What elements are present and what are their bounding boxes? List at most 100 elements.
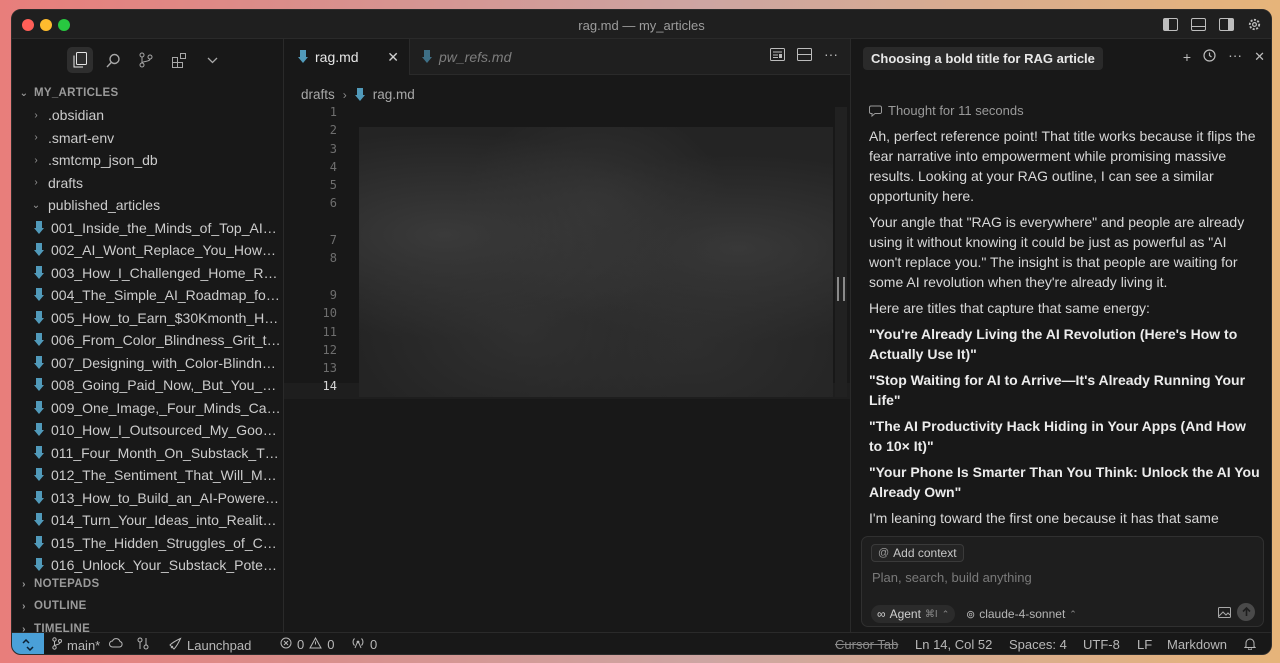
notepads-section-header[interactable]: › NOTEPADS: [18, 578, 99, 590]
tab-pw-refs-md[interactable]: pw_refs.md: [412, 39, 511, 75]
markdown-file-icon: [34, 490, 44, 504]
toggle-panel-icon[interactable]: [1189, 15, 1207, 33]
file-item[interactable]: 012_The_Sentiment_That_Will_Mak...: [12, 464, 284, 487]
folder-item[interactable]: › .smart-env: [12, 127, 284, 150]
close-tab-icon[interactable]: ✕: [387, 49, 399, 66]
file-item[interactable]: 010_How_I_Outsourced_My_Googl...: [12, 419, 284, 442]
problems-indicator[interactable]: 0 0: [280, 636, 334, 652]
line-number: 1: [329, 105, 337, 119]
thought-text: Thought for 11 seconds: [888, 103, 1024, 118]
line-number: 4: [329, 159, 337, 174]
composer-input[interactable]: Plan, search, build anything: [872, 570, 1032, 585]
new-chat-icon[interactable]: +: [1183, 49, 1191, 65]
more-options-icon[interactable]: ···: [1228, 48, 1242, 65]
cursor-tab-status[interactable]: Cursor Tab: [835, 637, 898, 652]
toggle-secondary-sidebar-icon[interactable]: [1217, 15, 1235, 33]
window-title: rag.md — my_articles: [578, 18, 705, 33]
ports-indicator[interactable]: 0: [351, 637, 377, 652]
editor-scrollbar[interactable]: [835, 107, 847, 397]
send-arrow-icon[interactable]: [1237, 603, 1255, 621]
chevron-down-icon[interactable]: [199, 47, 225, 73]
markdown-file-icon: [34, 445, 44, 459]
git-branch-icon: [52, 637, 62, 653]
launchpad-label: Launchpad: [187, 638, 252, 653]
chat-title-tab[interactable]: Choosing a bold title for RAG article: [863, 47, 1103, 70]
file-item[interactable]: 007_Designing_with_Color-Blindne...: [12, 352, 284, 375]
file-item[interactable]: 004_The_Simple_AI_Roadmap_for...: [12, 284, 284, 307]
folder-item[interactable]: › .smtcmp_json_db: [12, 149, 284, 172]
eol-setting[interactable]: LF: [1137, 637, 1152, 652]
markdown-file-icon: [34, 243, 44, 257]
file-item[interactable]: 005_How_to_Earn_$30Kmonth_Hu...: [12, 307, 284, 330]
file-item[interactable]: 016_Unlock_Your_Substack_Potent...: [12, 554, 284, 577]
file-label: 001_Inside_the_Minds_of_Top_AI_...: [51, 219, 281, 236]
file-label: 009_One_Image,_Four_Minds_Can...: [51, 399, 281, 416]
close-panel-icon[interactable]: ✕: [1254, 49, 1265, 65]
accounts-icon[interactable]: [137, 637, 149, 650]
markdown-file-icon: [34, 355, 44, 369]
folder-label: drafts: [48, 174, 84, 191]
file-item[interactable]: 008_Going_Paid_Now,_But_You_C...: [12, 374, 284, 397]
file-label: 011_Four_Month_On_Substack_Th...: [51, 444, 281, 461]
workspace-section-header[interactable]: ⌄ MY_ARTICLES: [18, 87, 118, 99]
file-item[interactable]: 002_AI_Wont_Replace_You_How_t...: [12, 239, 284, 262]
thought-indicator[interactable]: Thought for 11 seconds: [869, 103, 1024, 118]
model-selector[interactable]: ⊚ claude-4-sonnet ⌃: [966, 605, 1077, 623]
markdown-file-icon: [34, 423, 44, 437]
file-item[interactable]: 014_Turn_Your_Ideas_into_Reality_...: [12, 509, 284, 532]
encoding-setting[interactable]: UTF-8: [1083, 637, 1120, 652]
chevron-right-icon: ›: [342, 87, 347, 102]
file-item[interactable]: 015_The_Hidden_Struggles_of_Ch...: [12, 532, 284, 555]
source-control-icon[interactable]: [133, 47, 159, 73]
line-number: 11: [322, 324, 337, 339]
folder-item[interactable]: › .obsidian: [12, 104, 284, 127]
more-actions-icon[interactable]: ···: [824, 47, 838, 66]
chat-composer[interactable]: @ Add context Plan, search, build anythi…: [861, 536, 1264, 627]
remote-connection-icon[interactable]: [12, 633, 44, 654]
breadcrumb-folder[interactable]: drafts: [301, 87, 335, 102]
toggle-primary-sidebar-icon[interactable]: [1161, 15, 1179, 33]
cursor-position[interactable]: Ln 14, Col 52: [915, 637, 992, 652]
message-paragraph: Ah, perfect reference point! That title …: [869, 128, 1256, 204]
blurred-editor-content[interactable]: [359, 127, 833, 397]
file-item[interactable]: 003_How_I_Challenged_Home_Re...: [12, 262, 284, 285]
error-count: 0: [297, 637, 305, 652]
extensions-icon[interactable]: [166, 47, 192, 73]
panel-resize-handle[interactable]: [837, 277, 845, 301]
settings-gear-icon[interactable]: [1245, 15, 1263, 33]
markdown-file-icon: [354, 87, 365, 101]
file-item[interactable]: 006_From_Color_Blindness_Grit_to...: [12, 329, 284, 352]
file-item[interactable]: 013_How_to_Build_an_AI-Powered...: [12, 487, 284, 510]
file-label: 010_How_I_Outsourced_My_Googl...: [51, 422, 281, 439]
markdown-file-icon: [422, 50, 432, 63]
indentation-setting[interactable]: Spaces: 4: [1009, 637, 1067, 652]
image-attach-icon[interactable]: [1218, 605, 1231, 623]
language-mode[interactable]: Markdown: [1167, 637, 1227, 652]
search-icon[interactable]: [100, 47, 126, 73]
outline-section-header[interactable]: › OUTLINE: [18, 600, 87, 612]
markdown-file-icon: [34, 310, 44, 324]
breadcrumb-file[interactable]: rag.md: [373, 87, 415, 102]
markdown-file-icon: [34, 535, 44, 549]
file-item[interactable]: 001_Inside_the_Minds_of_Top_AI_...: [12, 217, 284, 240]
line-number: 7: [329, 233, 337, 248]
folder-item[interactable]: › drafts: [12, 172, 284, 195]
line-number: 14: [322, 379, 337, 394]
add-context-button[interactable]: @ Add context: [871, 544, 964, 562]
preview-icon[interactable]: [770, 48, 785, 66]
tab-rag-md[interactable]: rag.md ✕: [284, 39, 410, 75]
notifications-bell-icon[interactable]: [1244, 637, 1256, 650]
file-item[interactable]: 011_Four_Month_On_Substack_Th...: [12, 442, 284, 465]
split-editor-icon[interactable]: [797, 48, 812, 66]
agent-mode-selector[interactable]: ∞ Agent ⌘I ⌃: [871, 605, 956, 623]
folder-item[interactable]: ⌄ published_articles: [12, 194, 284, 217]
file-item[interactable]: 009_One_Image,_Four_Minds_Can...: [12, 397, 284, 420]
explorer-files-icon[interactable]: [67, 47, 93, 73]
branch-indicator[interactable]: main*: [52, 637, 100, 653]
launchpad-button[interactable]: Launchpad: [168, 637, 251, 654]
title-bar: rag.md — my_articles: [12, 10, 1271, 39]
chevron-right-icon: ›: [34, 154, 38, 166]
sync-icon[interactable]: [109, 637, 123, 648]
history-icon[interactable]: [1203, 49, 1216, 65]
thought-bubble-icon: [869, 105, 882, 117]
